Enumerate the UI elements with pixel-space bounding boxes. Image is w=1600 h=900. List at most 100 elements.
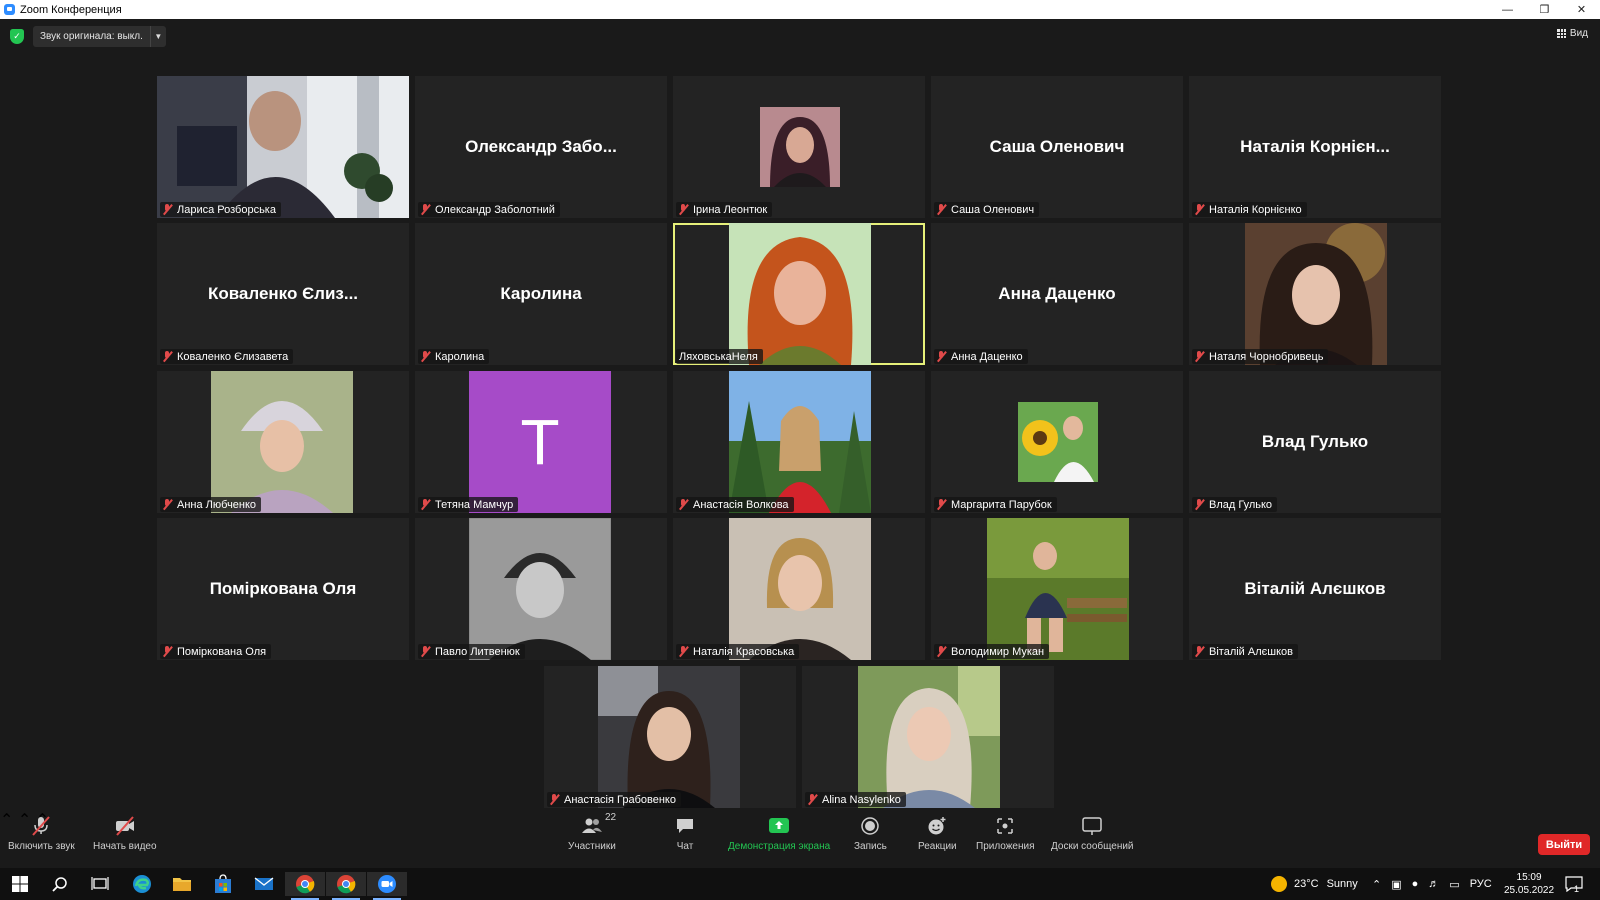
chevron-down-icon[interactable]: ▼ (149, 26, 166, 47)
participant-tile[interactable]: Каролина Каролина (415, 223, 667, 365)
muted-mic-icon (421, 351, 430, 362)
participant-tile[interactable]: Коваленко Єлиз... Коваленко Єлизавета (157, 223, 409, 365)
system-tray: ⌃ ▣ ● ♬ ▭ РУС (1372, 868, 1492, 900)
unmute-button[interactable]: Включить звук (8, 816, 75, 852)
zoom-app-icon (4, 4, 15, 15)
video-off-icon (115, 816, 134, 836)
participant-name-label: Саша Оленович (934, 202, 1040, 217)
participant-photo (729, 518, 871, 660)
security-shield-icon[interactable]: ✓ (10, 29, 24, 44)
show-hidden-icons-chevron-icon[interactable]: ⌃ (1372, 878, 1381, 891)
participant-photo (987, 518, 1129, 660)
participant-tile[interactable]: Alina Nasylenko (802, 666, 1054, 808)
record-button[interactable]: Запись (854, 816, 887, 852)
chat-button[interactable]: Чат (674, 816, 696, 852)
participants-icon (581, 818, 602, 833)
reactions-button[interactable]: Реакции (918, 816, 957, 852)
participant-avatar (760, 107, 840, 187)
participant-name-label: Маргарита Парубок (934, 497, 1057, 512)
participant-photo (1245, 223, 1387, 365)
file-explorer-icon[interactable] (162, 872, 202, 896)
language-indicator[interactable]: РУС (1470, 878, 1492, 890)
active-speaker-tile[interactable]: ЛяховськаНеля (673, 223, 925, 365)
view-label: Вид (1569, 28, 1588, 39)
participant-photo (858, 666, 1000, 808)
search-icon[interactable] (40, 872, 80, 896)
participant-name-label: Тетяна Мамчур (418, 497, 519, 512)
participant-name-label: Влад Гулько (1192, 497, 1278, 512)
share-screen-icon (769, 818, 790, 833)
participant-tile[interactable]: Володимир Мукан (931, 518, 1183, 660)
network-adapter-icon[interactable]: ▣ (1391, 878, 1401, 891)
smiley-plus-icon (928, 817, 946, 835)
participant-tile[interactable]: Наталія Корнієн... Наталія Корнієнко (1189, 76, 1441, 218)
participant-name-label: Анна Любченко (160, 497, 262, 512)
microphone-tray-icon[interactable]: ● (1412, 878, 1419, 890)
restore-button[interactable]: ❐ (1526, 0, 1563, 19)
muted-mic-icon (679, 646, 688, 657)
muted-mic-icon (937, 204, 946, 215)
store-icon[interactable] (203, 872, 243, 896)
participant-big-name: Поміркована Оля (209, 579, 357, 598)
participant-tile[interactable]: Павло Литвенюк (415, 518, 667, 660)
participant-photo (211, 371, 353, 513)
windows-start-icon[interactable] (0, 872, 40, 896)
close-button[interactable]: ✕ (1563, 0, 1600, 19)
start-video-button[interactable]: Начать видео (93, 816, 157, 852)
chrome-profile-icon[interactable] (326, 872, 366, 900)
participant-name-label: Каролина (418, 349, 490, 364)
share-screen-button[interactable]: Демонстрация экрана (728, 816, 830, 852)
participant-tile[interactable]: Саша Оленович Саша Оленович (931, 76, 1183, 218)
participant-tile[interactable]: T Тетяна Мамчур (415, 371, 667, 513)
muted-mic-icon (163, 499, 172, 510)
task-view-icon[interactable] (80, 872, 120, 896)
participant-photo (729, 371, 871, 513)
participant-tile[interactable]: Маргарита Парубок (931, 371, 1183, 513)
participant-name-label: Володимир Мукан (934, 644, 1050, 659)
participant-tile[interactable]: Ірина Леонтюк (673, 76, 925, 218)
minimize-button[interactable]: — (1489, 0, 1526, 19)
window-controls: — ❐ ✕ (1489, 0, 1600, 19)
notification-count: 1 (1574, 884, 1580, 894)
clock[interactable]: 15:09 25.05.2022 (1504, 868, 1554, 900)
participant-tile[interactable]: Олександр Забо... Олександр Заболотний (415, 76, 667, 218)
participant-tile[interactable]: Наталя Чорнобривець (1189, 223, 1441, 365)
participant-tile[interactable]: Анастасія Грабовенко (544, 666, 796, 808)
participant-big-name: Олександр Забо... (465, 137, 617, 156)
participant-name-label: ЛяховськаНеля (676, 349, 763, 364)
participant-name-label: Поміркована Оля (160, 644, 272, 659)
apps-button[interactable]: Приложения (976, 816, 1035, 852)
muted-mic-icon (421, 646, 430, 657)
weather-temp: 23°C (1294, 878, 1319, 890)
edge-browser-icon[interactable] (122, 872, 162, 896)
chrome-icon[interactable] (285, 872, 325, 900)
chat-bubble-icon (677, 819, 693, 833)
network-monitor-icon[interactable]: ▭ (1449, 878, 1459, 891)
original-audio-control[interactable]: Звук оригинала: выкл. ▼ (33, 26, 166, 47)
participant-tile[interactable]: Віталій Алєшков Віталій Алєшков (1189, 518, 1441, 660)
participant-name-label: Наталія Корнієнко (1192, 202, 1307, 217)
window-titlebar: Zoom Конференция — ❐ ✕ (0, 0, 1600, 19)
participant-name-label: Лариса Розборська (160, 202, 281, 217)
participant-big-name: Віталій Алєшков (1244, 579, 1386, 598)
weather-widget[interactable]: 23°C Sunny (1271, 868, 1358, 900)
clock-date: 25.05.2022 (1504, 885, 1555, 896)
speaker-volume-icon[interactable]: ♬ (1428, 878, 1439, 890)
muted-mic-icon (163, 351, 172, 362)
participant-tile[interactable]: Анна Даценко Анна Даценко (931, 223, 1183, 365)
participant-name-label: Наталія Красовська (676, 644, 800, 659)
participant-tile[interactable]: Поміркована Оля Поміркована Оля (157, 518, 409, 660)
participant-big-name: Каролина (500, 284, 582, 303)
mail-icon[interactable] (244, 872, 284, 896)
muted-mic-icon (421, 204, 430, 215)
participant-tile[interactable]: Влад Гулько Влад Гулько (1189, 371, 1441, 513)
participant-tile[interactable]: Анастасія Волкова (673, 371, 925, 513)
leave-meeting-button[interactable]: Выйти (1538, 834, 1590, 855)
whiteboards-button[interactable]: Доски сообщений (1051, 816, 1134, 852)
view-button[interactable]: Вид (1556, 28, 1588, 39)
zoom-taskbar-icon[interactable] (367, 872, 407, 900)
participant-tile[interactable]: Лариса Розборська (157, 76, 409, 218)
action-center-icon[interactable]: 1 (1565, 868, 1583, 900)
participant-tile[interactable]: Наталія Красовська (673, 518, 925, 660)
participant-tile[interactable]: Анна Любченко (157, 371, 409, 513)
